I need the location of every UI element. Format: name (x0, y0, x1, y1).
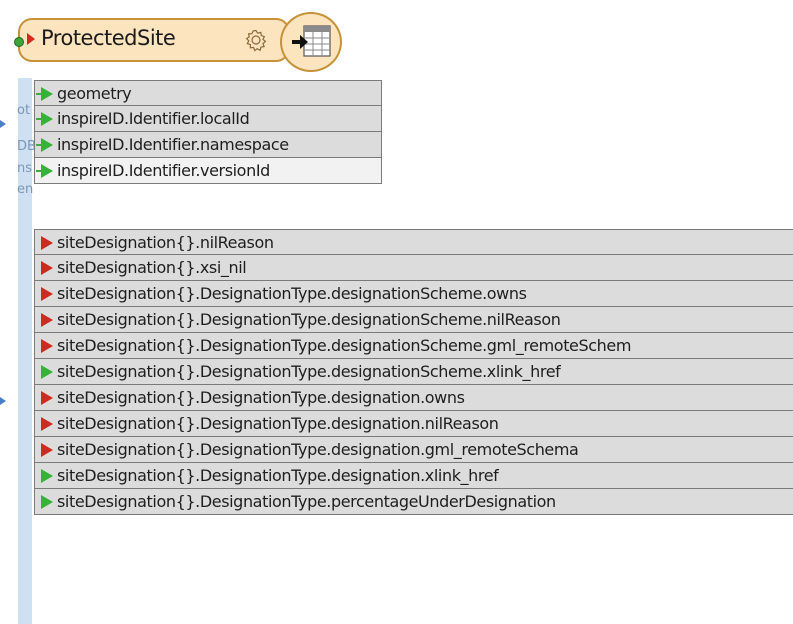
attribute-row-namespace[interactable]: inspireID.Identifier.namespace (34, 132, 382, 158)
table-writer-icon[interactable] (280, 12, 342, 72)
attribute-label: geometry (57, 84, 132, 103)
transformer-title: ProtectedSite (41, 26, 176, 50)
canvas-ghost-text: ot (17, 103, 31, 118)
attribute-port-icon[interactable] (41, 417, 53, 431)
attribute-port-icon[interactable] (41, 365, 53, 379)
gear-icon[interactable] (244, 28, 268, 52)
attribute-port-icon[interactable] (41, 164, 53, 178)
attribute-label: siteDesignation{}.DesignationType.design… (57, 388, 465, 407)
attribute-label: inspireID.Identifier.localId (57, 109, 250, 128)
attribute-port-icon[interactable] (41, 261, 53, 275)
attribute-label: inspireID.Identifier.namespace (57, 135, 289, 154)
attribute-label: siteDesignation{}.DesignationType.design… (57, 414, 499, 433)
attribute-label: siteDesignation{}.xsi_nil (57, 258, 247, 277)
attribute-row[interactable]: siteDesignation{}.DesignationType.design… (34, 281, 793, 307)
attribute-port-icon[interactable] (41, 112, 53, 126)
attribute-label: siteDesignation{}.DesignationType.percen… (57, 492, 556, 511)
attribute-port-icon[interactable] (41, 495, 53, 509)
attribute-row[interactable]: siteDesignation{}.xsi_nil (34, 255, 793, 281)
attribute-row[interactable]: siteDesignation{}.DesignationType.design… (34, 463, 793, 489)
attribute-port-icon[interactable] (41, 287, 53, 301)
input-port[interactable] (14, 37, 24, 47)
attribute-label: inspireID.Identifier.versionId (57, 161, 270, 180)
attribute-row[interactable]: siteDesignation{}.DesignationType.design… (34, 307, 793, 333)
attribute-row[interactable]: siteDesignation{}.DesignationType.design… (34, 437, 793, 463)
attribute-port-icon[interactable] (41, 138, 53, 152)
attribute-label: siteDesignation{}.DesignationType.design… (57, 284, 527, 303)
attribute-port-icon[interactable] (41, 339, 53, 353)
attribute-row-localid[interactable]: inspireID.Identifier.localId (34, 106, 382, 132)
attribute-label: siteDesignation{}.DesignationType.design… (57, 440, 579, 459)
attribute-port-icon[interactable] (41, 313, 53, 327)
attribute-label: siteDesignation{}.DesignationType.design… (57, 336, 632, 355)
attribute-port-icon[interactable] (41, 469, 53, 483)
attribute-port-icon[interactable] (41, 87, 53, 101)
attribute-row-versionid[interactable]: inspireID.Identifier.versionId (34, 158, 382, 184)
attribute-row[interactable]: siteDesignation{}.DesignationType.design… (34, 333, 793, 359)
attribute-label: siteDesignation{}.nilReason (57, 233, 274, 252)
attribute-row[interactable]: siteDesignation{}.DesignationType.design… (34, 411, 793, 437)
attribute-row[interactable]: siteDesignation{}.DesignationType.design… (34, 385, 793, 411)
canvas-background-strip (18, 78, 32, 624)
attribute-port-icon[interactable] (41, 391, 53, 405)
canvas-ghost-text: ns (17, 161, 33, 176)
attribute-label: siteDesignation{}.DesignationType.design… (57, 362, 561, 381)
attribute-row[interactable]: siteDesignation{}.DesignationType.design… (34, 359, 793, 385)
attribute-label: siteDesignation{}.DesignationType.design… (57, 310, 561, 329)
attribute-row-geometry[interactable]: geometry (34, 80, 382, 106)
attribute-row[interactable]: siteDesignation{}.DesignationType.percen… (34, 489, 793, 515)
attribute-port-icon[interactable] (41, 443, 53, 457)
attribute-label: siteDesignation{}.DesignationType.design… (57, 466, 499, 485)
attribute-row[interactable]: siteDesignation{}.nilReason (34, 229, 793, 255)
expand-play-icon[interactable] (27, 33, 35, 45)
connection-arrow-icon[interactable] (0, 120, 6, 128)
connection-arrow-icon[interactable] (0, 397, 6, 405)
canvas-ghost-text: en (17, 182, 34, 197)
attribute-port-icon[interactable] (41, 236, 53, 250)
